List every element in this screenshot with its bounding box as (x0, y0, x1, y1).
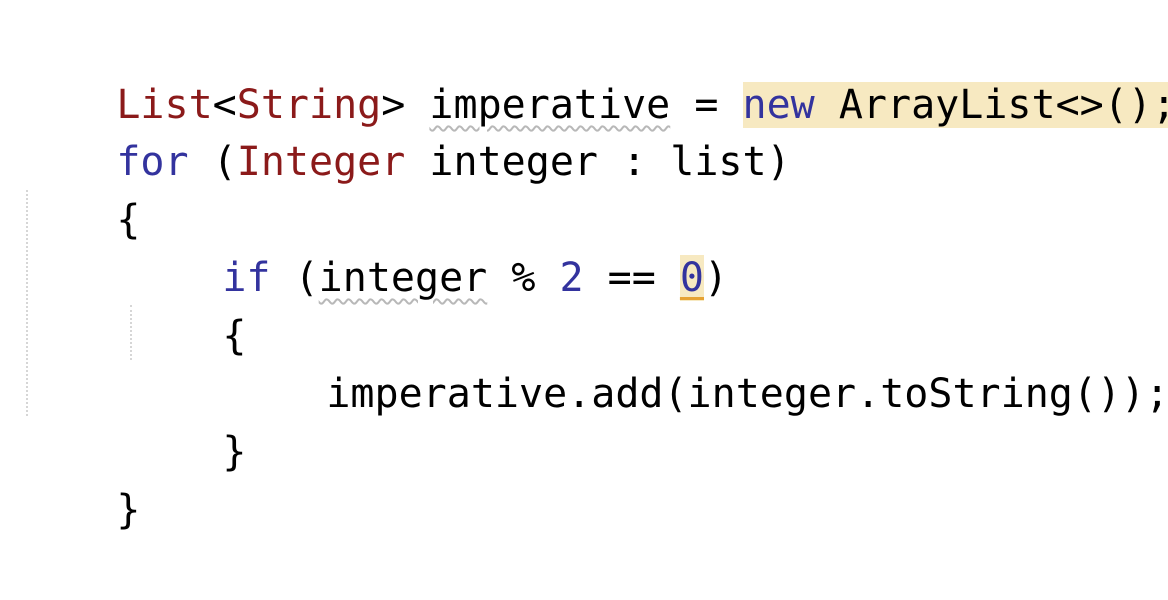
code-line-2[interactable]: for (Integer integer : list) (20, 72, 791, 132)
code-token: imperative.add(integer.toString()); (326, 371, 1168, 417)
code-token: % (487, 255, 559, 301)
code-line-7[interactable]: } (126, 362, 246, 422)
highlighted-expression: new ArrayList<>(); (743, 82, 1168, 128)
code-token: ( (189, 139, 237, 185)
code-token: ) (704, 255, 728, 301)
number-literal-warning: 0 (680, 255, 704, 301)
code-token: } (116, 487, 140, 533)
code-line-5[interactable]: { (126, 246, 246, 306)
code-token: integer : list) (405, 139, 790, 185)
code-token: } (222, 429, 246, 475)
code-line-8[interactable]: } (20, 420, 140, 480)
code-line-6[interactable]: imperative.add(integer.toString()); (230, 304, 1168, 364)
variable-name: integer (319, 255, 488, 301)
code-token: ArrayList<>(); (815, 82, 1168, 128)
code-line-3[interactable]: { (20, 130, 140, 190)
code-line-4[interactable]: if (integer % 2 == 0) (126, 188, 728, 248)
code-line-1[interactable]: List<String> imperative = new ArrayList<… (20, 15, 1168, 75)
type-name: Integer (237, 139, 406, 185)
number-literal: 2 (560, 255, 584, 301)
code-token: == (584, 255, 680, 301)
code-editor[interactable]: List<String> imperative = new ArrayList<… (0, 0, 1168, 502)
code-token: ( (271, 255, 319, 301)
